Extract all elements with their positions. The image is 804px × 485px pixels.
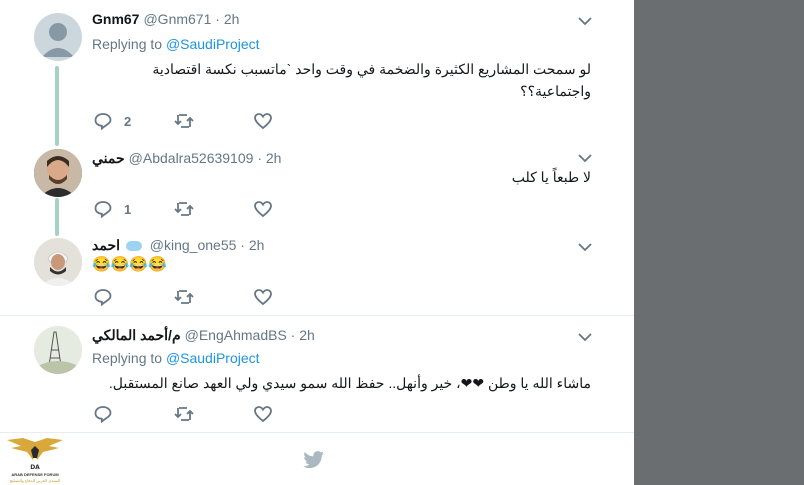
replying-label: Replying to — [92, 350, 163, 366]
profile-photo-icon — [34, 326, 82, 374]
tweet-text: ماشاء الله يا وطن ❤❤، خير وأنهل.. حفظ ال… — [108, 375, 591, 391]
reply-button[interactable]: 2 — [94, 111, 131, 131]
tweet-engahmad[interactable]: م/أحمد المالكي @EngAhmadBS · 2h Replying … — [0, 316, 634, 432]
tweet-ahmad[interactable]: احمد @king_one55 · 2h 😂😂😂😂 — [0, 233, 634, 315]
tweet-text: لو سمحت المشاريع الكثيرة والضخمة في وقت … — [91, 58, 591, 102]
tweet-gnm67[interactable]: Gnm67 @Gnm671 · 2h Replying to @SaudiProj… — [0, 0, 634, 146]
profile-photo-icon — [34, 238, 82, 286]
tweet-header: Gnm67 @Gnm671 · 2h — [92, 11, 239, 27]
timestamp[interactable]: 2h — [266, 150, 282, 166]
reply-count: 1 — [124, 201, 132, 217]
avatar-default[interactable] — [34, 13, 82, 61]
like-button[interactable] — [254, 111, 272, 131]
reply-icon — [94, 113, 112, 130]
thread-line — [55, 198, 59, 236]
chevron-down-icon[interactable] — [578, 153, 592, 163]
logo-caption-arabic: المنتدى العربي للدفاع والتسليح — [9, 478, 61, 483]
reply-button[interactable] — [94, 404, 112, 424]
tweet-header: م/أحمد المالكي @EngAhmadBS · 2h — [92, 327, 315, 344]
replying-to-link[interactable]: @SaudiProject — [166, 36, 260, 52]
tweet-text-line: واجتماعية؟؟ — [520, 83, 591, 99]
chevron-down-icon[interactable] — [578, 242, 592, 252]
retweet-button[interactable] — [174, 111, 194, 131]
heart-icon — [254, 406, 272, 423]
chevron-down-icon[interactable] — [578, 16, 592, 26]
avatar-engahmad[interactable] — [34, 326, 82, 374]
profile-photo-icon — [34, 149, 82, 197]
footer-divider — [0, 432, 634, 433]
replying-to: Replying to @SaudiProject — [92, 36, 260, 52]
user-handle[interactable]: @king_one55 — [150, 237, 237, 253]
tweet-text-line: لو سمحت المشاريع الكثيرة والضخمة في وقت … — [152, 61, 591, 77]
eagle-logo-icon: DA — [7, 438, 63, 471]
watermark-logo: DA ARAB DEFENSE FORUM المنتدى العربي للد… — [3, 436, 67, 484]
tweet-feed: Gnm67 @Gnm671 · 2h Replying to @SaudiProj… — [0, 0, 634, 485]
tweet-text: 😂😂😂😂 — [92, 256, 167, 273]
replying-to-link[interactable]: @SaudiProject — [166, 350, 260, 366]
logo-caption: ARAB DEFENSE FORUM — [11, 472, 59, 477]
reply-icon — [94, 406, 112, 423]
reply-button[interactable] — [94, 287, 112, 307]
like-button[interactable] — [254, 404, 272, 424]
retweet-icon — [174, 290, 194, 304]
svg-text:DA: DA — [30, 464, 40, 471]
separator: · — [257, 150, 262, 166]
separator: · — [290, 327, 296, 343]
cloud-emoji-icon — [125, 241, 142, 252]
tweet-hamni[interactable]: حمني @Abdalra52639109 · 2h لا طبعاً يا كل… — [0, 145, 634, 236]
avatar-hamni[interactable] — [34, 149, 82, 197]
retweet-button[interactable] — [174, 287, 194, 307]
replying-label: Replying to — [92, 36, 163, 52]
reply-icon — [94, 289, 112, 306]
reply-icon — [94, 201, 112, 218]
retweet-button[interactable] — [174, 404, 194, 424]
user-handle[interactable]: @Abdalra52639109 — [129, 150, 254, 166]
reply-count: 2 — [124, 113, 132, 129]
default-avatar-icon — [42, 23, 74, 57]
tweet-header: حمني @Abdalra52639109 · 2h — [92, 150, 281, 167]
display-name[interactable]: احمد — [92, 237, 120, 253]
separator: · — [240, 237, 245, 253]
tweet-text: لا طبعاً يا كلب — [511, 169, 591, 185]
display-name[interactable]: حمني — [92, 150, 125, 166]
display-name[interactable]: م/أحمد المالكي — [92, 327, 181, 343]
heart-icon — [254, 289, 272, 306]
retweet-icon — [174, 202, 194, 216]
timestamp[interactable]: 2h — [224, 11, 240, 27]
like-button[interactable] — [254, 287, 272, 307]
heart-icon — [254, 113, 272, 130]
avatar-ahmad[interactable] — [34, 238, 82, 286]
replying-to: Replying to @SaudiProject — [92, 350, 260, 366]
thread-line — [55, 66, 59, 146]
retweet-icon — [174, 114, 194, 128]
heart-icon — [254, 201, 272, 218]
retweet-icon — [174, 407, 194, 421]
timestamp[interactable]: 2h — [249, 237, 265, 253]
side-panel-overlay — [634, 0, 804, 485]
reply-button[interactable]: 1 — [94, 199, 131, 219]
timestamp[interactable]: 2h — [299, 327, 315, 343]
tweet-header: احمد @king_one55 · 2h — [92, 237, 264, 254]
display-name[interactable]: Gnm67 — [92, 11, 139, 27]
user-handle[interactable]: @Gnm671 — [143, 11, 211, 27]
twitter-bird-icon — [303, 451, 324, 469]
retweet-button[interactable] — [174, 199, 194, 219]
separator: · — [215, 11, 220, 27]
like-button[interactable] — [254, 199, 272, 219]
chevron-down-icon[interactable] — [578, 332, 592, 342]
user-handle[interactable]: @EngAhmadBS — [185, 327, 287, 343]
